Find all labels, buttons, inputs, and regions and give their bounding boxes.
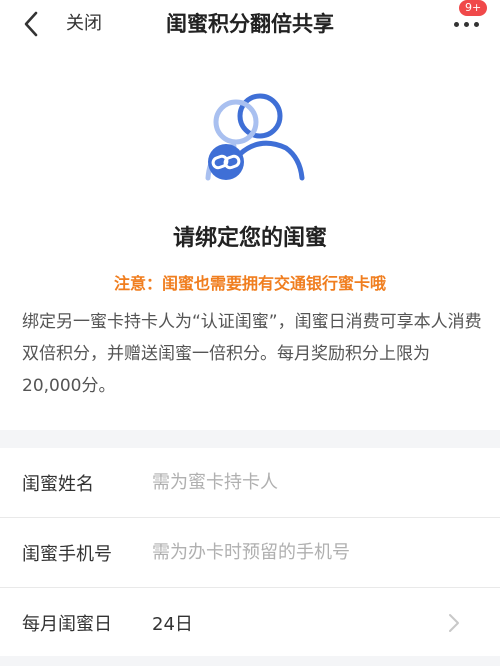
day-value[interactable]: 24日	[152, 610, 193, 636]
day-row[interactable]: 每月闺蜜日 24日	[0, 588, 500, 658]
section-divider	[0, 430, 500, 448]
phone-input[interactable]	[152, 542, 472, 563]
friends-link-icon	[198, 88, 308, 188]
bottom-divider	[0, 656, 500, 666]
name-input[interactable]	[152, 472, 472, 493]
day-label: 每月闺蜜日	[22, 613, 112, 635]
name-label: 闺蜜姓名	[22, 473, 94, 495]
phone-label: 闺蜜手机号	[22, 543, 112, 565]
page-title: 闺蜜积分翻倍共享	[166, 12, 334, 36]
more-dots-icon	[453, 21, 459, 27]
description-text: 绑定另一蜜卡持卡人为“认证闺蜜”，闺蜜日消费可享本人消费双倍积分，并赠送闺蜜一倍…	[22, 312, 482, 396]
bind-heading: 请绑定您的闺蜜	[172, 226, 327, 251]
more-dot	[473, 21, 479, 27]
notification-badge: 9+	[459, 0, 488, 16]
bind-form: 闺蜜姓名 闺蜜手机号 每月闺蜜日 24日	[0, 448, 500, 658]
chevron-right-icon	[449, 614, 459, 632]
name-row: 闺蜜姓名	[0, 448, 500, 518]
phone-row: 闺蜜手机号	[0, 518, 500, 588]
more-dot	[463, 21, 469, 27]
notice-text: 注意：闺蜜也需要拥有交通银行蜜卡哦	[113, 274, 386, 293]
header-bar: 关闭 闺蜜积分翻倍共享 9+	[0, 0, 500, 48]
